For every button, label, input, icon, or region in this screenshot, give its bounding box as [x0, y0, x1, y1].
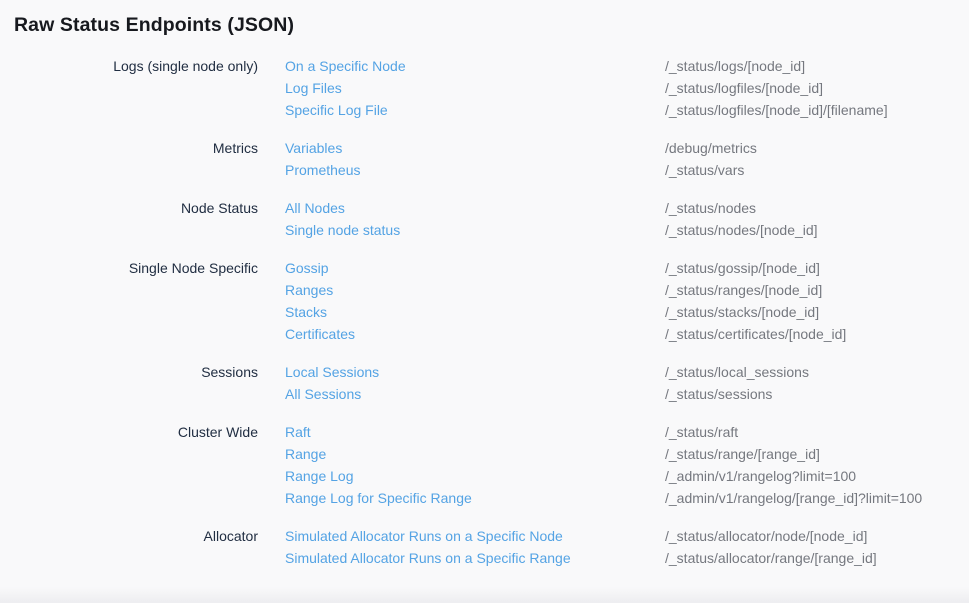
endpoint-link[interactable]: Range Log: [285, 465, 638, 487]
endpoint-path: /_status/logs/[node_id]: [665, 55, 955, 77]
section-paths: /_status/local_sessions/_status/sessions: [665, 361, 955, 405]
endpoint-link[interactable]: Ranges: [285, 279, 638, 301]
endpoint-link[interactable]: All Nodes: [285, 197, 638, 219]
section-paths: /debug/metrics/_status/vars: [665, 137, 955, 181]
endpoint-link[interactable]: Range: [285, 443, 638, 465]
endpoint-path: /_status/logfiles/[node_id]: [665, 77, 955, 99]
section-label: Cluster Wide: [14, 421, 258, 509]
endpoint-path: /_admin/v1/rangelog?limit=100: [665, 465, 955, 487]
section-label: Logs (single node only): [14, 55, 258, 121]
endpoint-link[interactable]: Simulated Allocator Runs on a Specific N…: [285, 525, 638, 547]
endpoints-grid: Logs (single node only) On a Specific Nod…: [14, 55, 955, 569]
endpoint-path: /_status/stacks/[node_id]: [665, 301, 955, 323]
section-paths: /_status/nodes/_status/nodes/[node_id]: [665, 197, 955, 241]
endpoint-path: /_status/ranges/[node_id]: [665, 279, 955, 301]
endpoint-link[interactable]: All Sessions: [285, 383, 638, 405]
section-links: VariablesPrometheus: [285, 137, 638, 181]
section-links: Simulated Allocator Runs on a Specific N…: [285, 525, 638, 569]
section-links: All NodesSingle node status: [285, 197, 638, 241]
section-label: Sessions: [14, 361, 258, 405]
endpoint-path: /_status/allocator/node/[node_id]: [665, 525, 955, 547]
endpoint-link[interactable]: Range Log for Specific Range: [285, 487, 638, 509]
endpoint-link[interactable]: Variables: [285, 137, 638, 159]
endpoint-link[interactable]: Single node status: [285, 219, 638, 241]
debug-page: Raw Status Endpoints (JSON) Logs (single…: [0, 0, 969, 569]
section-paths: /_status/raft/_status/range/[range_id]/_…: [665, 421, 955, 509]
section-paths: /_status/logs/[node_id]/_status/logfiles…: [665, 55, 955, 121]
endpoint-path: /_status/range/[range_id]: [665, 443, 955, 465]
endpoint-path: /_status/nodes/[node_id]: [665, 219, 955, 241]
endpoint-link[interactable]: Certificates: [285, 323, 638, 345]
endpoint-link[interactable]: On a Specific Node: [285, 55, 638, 77]
section-label: Allocator: [14, 525, 258, 569]
section-label: Single Node Specific: [14, 257, 258, 345]
endpoint-path: /_status/sessions: [665, 383, 955, 405]
endpoint-path: /_status/logfiles/[node_id]/[filename]: [665, 99, 955, 121]
bottom-fade-divider: [0, 587, 969, 603]
endpoint-link[interactable]: Local Sessions: [285, 361, 638, 383]
section-links: GossipRangesStacksCertificates: [285, 257, 638, 345]
endpoint-link[interactable]: Specific Log File: [285, 99, 638, 121]
endpoint-path: /_status/vars: [665, 159, 955, 181]
endpoint-link[interactable]: Prometheus: [285, 159, 638, 181]
endpoint-link[interactable]: Gossip: [285, 257, 638, 279]
section-links: On a Specific NodeLog FilesSpecific Log …: [285, 55, 638, 121]
endpoint-link[interactable]: Simulated Allocator Runs on a Specific R…: [285, 547, 638, 569]
section-links: Local SessionsAll Sessions: [285, 361, 638, 405]
section-paths: /_status/allocator/node/[node_id]/_statu…: [665, 525, 955, 569]
endpoint-path: /_status/nodes: [665, 197, 955, 219]
endpoint-path: /_status/certificates/[node_id]: [665, 323, 955, 345]
section-links: RaftRangeRange LogRange Log for Specific…: [285, 421, 638, 509]
endpoint-link[interactable]: Stacks: [285, 301, 638, 323]
endpoint-link[interactable]: Log Files: [285, 77, 638, 99]
page-title: Raw Status Endpoints (JSON): [14, 12, 955, 38]
endpoint-path: /_status/allocator/range/[range_id]: [665, 547, 955, 569]
endpoint-link[interactable]: Raft: [285, 421, 638, 443]
section-label: Metrics: [14, 137, 258, 181]
endpoint-path: /debug/metrics: [665, 137, 955, 159]
section-label: Node Status: [14, 197, 258, 241]
endpoint-path: /_status/local_sessions: [665, 361, 955, 383]
endpoint-path: /_status/gossip/[node_id]: [665, 257, 955, 279]
section-paths: /_status/gossip/[node_id]/_status/ranges…: [665, 257, 955, 345]
endpoint-path: /_status/raft: [665, 421, 955, 443]
endpoint-path: /_admin/v1/rangelog/[range_id]?limit=100: [665, 487, 955, 509]
